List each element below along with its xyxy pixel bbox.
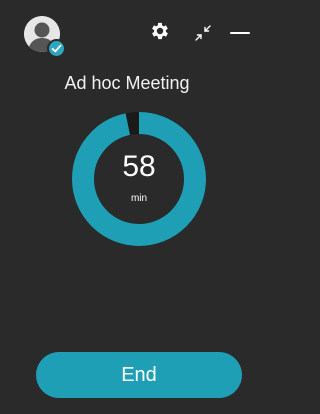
end-meeting-button[interactable]: End: [36, 352, 242, 398]
collapse-icon[interactable]: [192, 22, 214, 44]
minimize-icon[interactable]: [228, 22, 250, 44]
meeting-title: Ad hoc Meeting: [64, 73, 190, 93]
settings-icon[interactable]: [149, 20, 171, 42]
meeting-timer-window: Ad hoc Meeting 58 min End: [0, 0, 254, 414]
avatar[interactable]: [24, 16, 66, 58]
verified-badge: [47, 39, 66, 58]
check-icon: [51, 44, 62, 53]
time-remaining-unit: min: [130, 193, 148, 204]
time-remaining-value: 58: [122, 150, 156, 183]
